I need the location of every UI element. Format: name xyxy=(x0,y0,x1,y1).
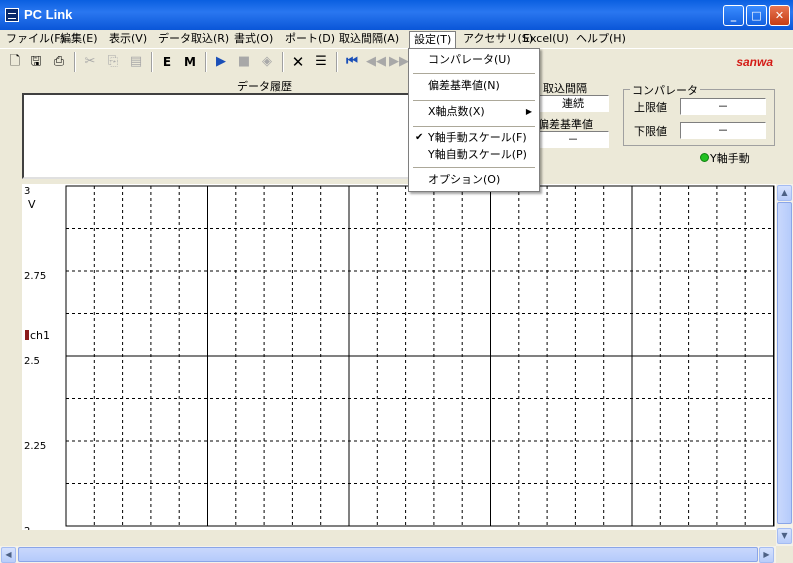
chart-svg: 3 2.75 2.5 2.25 2 Vch1 xyxy=(24,185,775,530)
close-button[interactable]: ✕ xyxy=(769,5,790,26)
settings-dropdown: コンパレータ(U) 偏差基準値(N) X軸点数(X) ▶ ✔ Y軸手動スケール(F)… xyxy=(408,48,540,192)
y-tick-label: 2.5 xyxy=(24,356,40,367)
mode-label: Y軸手動 xyxy=(710,152,750,165)
toolbar-separator xyxy=(151,52,153,72)
toolbar-separator xyxy=(74,52,76,72)
upper-limit-field: － xyxy=(680,98,766,115)
menu-separator xyxy=(413,100,535,101)
app-window: PC Link _ □ ✕ ファイル(F) 編集(E) 表示(V) データ取込(… xyxy=(0,0,793,563)
marker-icon[interactable]: ◈ xyxy=(258,53,276,71)
window-title: PC Link xyxy=(24,7,73,22)
history-label: データ履歴 xyxy=(237,80,292,93)
chart-area: 3 2.75 2.5 2.25 2 Vch1 xyxy=(22,184,776,530)
scroll-up-icon[interactable]: ▲ xyxy=(777,185,792,201)
menu-item-comparator[interactable]: コンパレータ(U) xyxy=(410,50,538,70)
interval-label: 取込間隔 xyxy=(543,82,587,95)
toolbar-separator xyxy=(205,52,207,72)
menu-item-label: Y軸自動スケール(P) xyxy=(428,148,527,161)
sanwa-logo: sanwa xyxy=(736,55,773,69)
vertical-scroll-thumb[interactable] xyxy=(777,202,792,524)
cut-icon[interactable]: ✂ xyxy=(81,53,99,71)
y-tick-label: 2.75 xyxy=(24,271,46,282)
y-tick-label: 2.25 xyxy=(24,441,46,452)
menu-interval[interactable]: 取込間隔(A) xyxy=(335,30,403,48)
menu-settings[interactable]: 設定(T) xyxy=(409,31,457,49)
vertical-scrollbar[interactable]: ▲ ▼ xyxy=(776,184,793,546)
scroll-down-icon[interactable]: ▼ xyxy=(777,528,792,544)
menu-port[interactable]: ポート(D) xyxy=(281,30,339,48)
horizontal-scroll-thumb[interactable] xyxy=(18,547,758,562)
new-file-icon[interactable]: 🗋 xyxy=(6,53,24,71)
y-tick-label: 3 xyxy=(24,186,30,197)
scroll-right-icon[interactable]: ▶ xyxy=(759,547,774,563)
list-icon[interactable]: ☰ xyxy=(312,53,330,71)
interval-field: 連続 xyxy=(537,95,609,112)
scroll-left-icon[interactable]: ◀ xyxy=(1,547,16,563)
menu-item-deviation[interactable]: 偏差基準値(N) xyxy=(410,76,538,96)
series-label: ch1 xyxy=(30,329,50,342)
delete-icon[interactable]: ✕ xyxy=(289,53,307,71)
menu-separator xyxy=(413,126,535,127)
prev-icon[interactable]: ◀◀ xyxy=(366,53,386,71)
app-icon xyxy=(5,8,19,22)
lower-limit-label: 下限値 xyxy=(634,125,667,138)
menu-view[interactable]: 表示(V) xyxy=(105,30,151,48)
measure-mode-icon[interactable]: M xyxy=(181,53,199,71)
menu-separator xyxy=(413,167,535,168)
menu-item-label: X軸点数(X) xyxy=(428,105,485,118)
y-axis-unit: V xyxy=(28,198,36,211)
menu-item-label: コンパレータ(U) xyxy=(428,53,511,66)
submenu-arrow-icon: ▶ xyxy=(525,107,532,116)
menu-data-capture[interactable]: データ取込(R) xyxy=(154,30,233,48)
copy-icon[interactable]: ⎘ xyxy=(104,53,122,71)
menu-excel[interactable]: Excel(U) xyxy=(519,30,573,48)
next-icon[interactable]: ▶▶ xyxy=(389,53,409,71)
menu-separator xyxy=(413,73,535,74)
deviation-field: － xyxy=(537,131,609,148)
comparator-group-label: コンパレータ xyxy=(630,82,700,98)
series-color-marker xyxy=(25,330,29,340)
paste-icon[interactable]: ▤ xyxy=(127,53,145,71)
menu-bar: ファイル(F) 編集(E) 表示(V) データ取込(R) 書式(O) ポート(D… xyxy=(0,30,793,49)
menu-item-label: オプション(O) xyxy=(428,173,501,186)
menu-item-label: 偏差基準値(N) xyxy=(428,79,500,92)
first-icon[interactable]: ⏮ xyxy=(343,53,361,71)
y-tick-label: 2 xyxy=(24,526,30,530)
menu-item-options[interactable]: オプション(O) xyxy=(410,170,538,190)
menu-help[interactable]: ヘルプ(H) xyxy=(572,30,630,48)
menu-format[interactable]: 書式(O) xyxy=(230,30,277,48)
print-icon[interactable]: ⎙ xyxy=(50,53,68,71)
horizontal-scrollbar[interactable]: ◀ ▶ xyxy=(0,546,776,563)
play-icon[interactable]: ▶ xyxy=(212,53,230,71)
upper-limit-label: 上限値 xyxy=(634,101,667,114)
menu-item-label: Y軸手動スケール(F) xyxy=(428,131,527,144)
stop-icon[interactable]: ■ xyxy=(235,53,253,71)
menu-item-x-points[interactable]: X軸点数(X) ▶ xyxy=(410,102,538,122)
toolbar-separator xyxy=(336,52,338,72)
menu-item-y-auto-scale[interactable]: Y軸自動スケール(P) xyxy=(410,145,538,165)
lower-limit-field: － xyxy=(680,122,766,139)
maximize-button[interactable]: □ xyxy=(746,5,767,26)
mode-indicator-icon xyxy=(700,153,709,162)
menu-edit[interactable]: 編集(E) xyxy=(56,30,102,48)
toolbar: 🗋 🖫 ⎙ ✂ ⎘ ▤ E M ▶ ■ ◈ ✕ ☰ ⏮ ◀◀ ▶▶ sanwa xyxy=(0,48,793,76)
toolbar-separator xyxy=(282,52,284,72)
edit-mode-icon[interactable]: E xyxy=(158,53,176,71)
history-list[interactable] xyxy=(22,93,420,179)
minimize-button[interactable]: _ xyxy=(723,5,744,26)
title-bar[interactable]: PC Link _ □ ✕ xyxy=(0,0,793,30)
deviation-label: 偏差基準値 xyxy=(538,118,593,131)
save-icon[interactable]: 🖫 xyxy=(27,53,45,71)
